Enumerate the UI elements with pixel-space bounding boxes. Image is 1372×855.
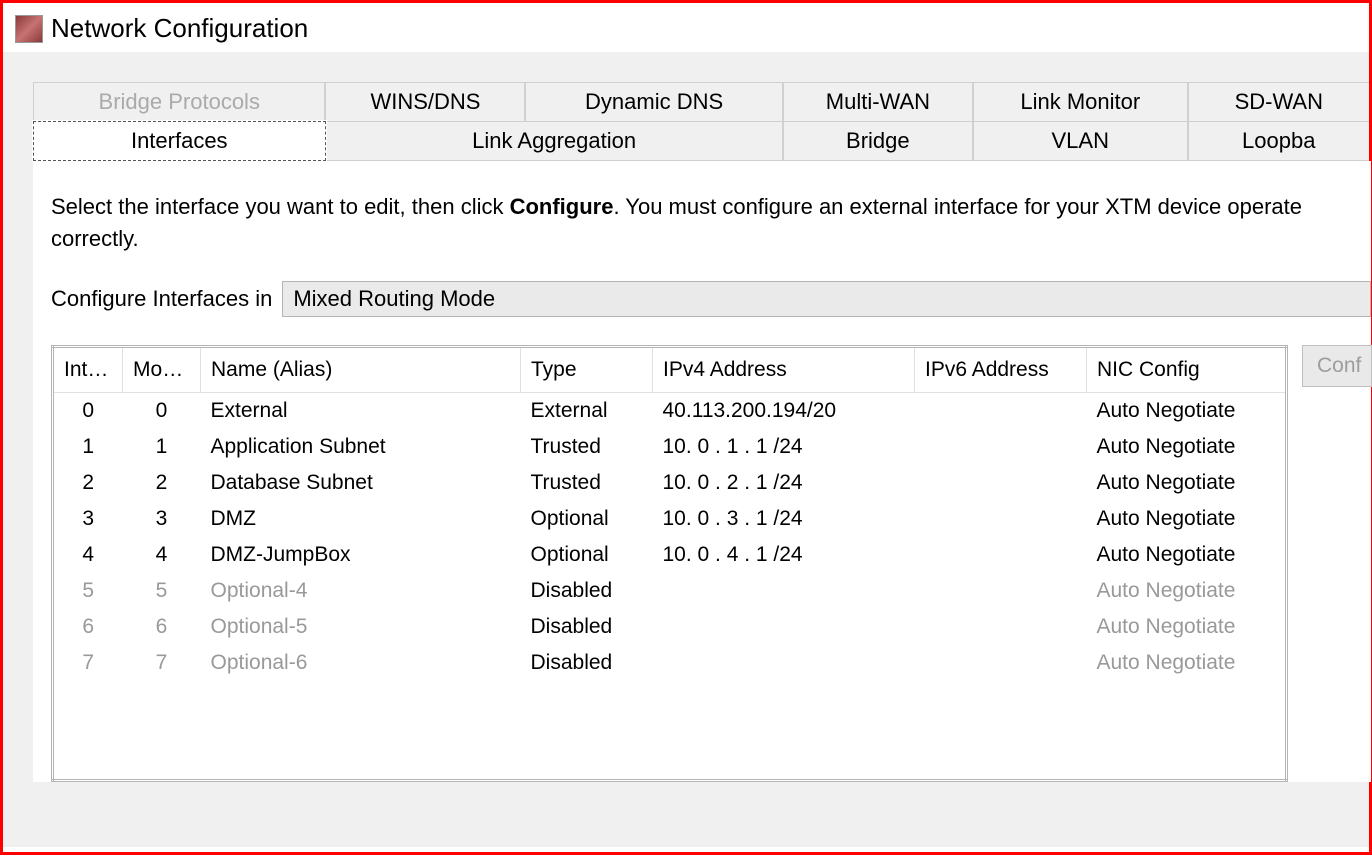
table-cell: 0 — [53, 392, 123, 429]
client-area: Bridge Protocols WINS/DNS Dynamic DNS Mu… — [3, 52, 1369, 847]
table-row[interactable]: 22Database SubnetTrusted10. 0 . 2 . 1 /2… — [53, 465, 1287, 501]
table-header-row: Inter... Mod... Name (Alias) Type IPv4 A… — [53, 346, 1287, 392]
table-cell: Disabled — [521, 573, 653, 609]
table-cell: 10. 0 . 1 . 1 /24 — [653, 429, 915, 465]
routing-mode-value: Mixed Routing Mode — [293, 286, 495, 312]
table-cell: 10. 0 . 2 . 1 /24 — [653, 465, 915, 501]
table-cell: Optional-6 — [201, 645, 521, 681]
instruction-bold: Configure — [510, 194, 614, 219]
table-cell: 7 — [53, 645, 123, 681]
tab-link-aggregation[interactable]: Link Aggregation — [326, 121, 783, 161]
tab-bridge[interactable]: Bridge — [783, 121, 973, 161]
table-cell — [915, 465, 1087, 501]
table-row[interactable]: 66Optional-5DisabledAuto Negotiate — [53, 609, 1287, 645]
tab-dynamic-dns[interactable]: Dynamic DNS — [525, 82, 782, 122]
instruction-pre: Select the interface you want to edit, t… — [51, 194, 510, 219]
table-row[interactable]: 11Application SubnetTrusted10. 0 . 1 . 1… — [53, 429, 1287, 465]
table-row[interactable]: 55Optional-4DisabledAuto Negotiate — [53, 573, 1287, 609]
interfaces-panel: Select the interface you want to edit, t… — [33, 161, 1371, 782]
table-cell: 2 — [53, 465, 123, 501]
window-frame: Network Configuration Bridge Protocols W… — [0, 0, 1372, 855]
table-cell — [653, 573, 915, 609]
table-cell: 2 — [123, 465, 201, 501]
table-cell: 4 — [123, 537, 201, 573]
col-header-inter[interactable]: Inter... — [53, 346, 123, 392]
app-icon — [15, 15, 43, 43]
table-cell: 1 — [53, 429, 123, 465]
table-cell: Auto Negotiate — [1087, 465, 1287, 501]
col-header-nic[interactable]: NIC Config — [1087, 346, 1287, 392]
table-cell — [915, 573, 1087, 609]
tab-strip: Bridge Protocols WINS/DNS Dynamic DNS Mu… — [33, 82, 1369, 161]
table-cell — [915, 501, 1087, 537]
configure-button[interactable]: Conf — [1302, 345, 1372, 387]
table-cell — [653, 645, 915, 681]
tab-multi-wan[interactable]: Multi-WAN — [783, 82, 973, 122]
table-cell: Auto Negotiate — [1087, 501, 1287, 537]
table-row[interactable]: 77Optional-6DisabledAuto Negotiate — [53, 645, 1287, 681]
title-bar: Network Configuration — [3, 3, 1369, 52]
table-cell: 5 — [123, 573, 201, 609]
tab-interfaces[interactable]: Interfaces — [33, 121, 326, 161]
table-cell: Optional — [521, 537, 653, 573]
table-cell — [915, 609, 1087, 645]
table-row[interactable]: 00ExternalExternal40.113.200.194/20Auto … — [53, 392, 1287, 429]
table-cell: Trusted — [521, 465, 653, 501]
tab-sd-wan[interactable]: SD-WAN — [1188, 82, 1369, 122]
table-cell — [915, 429, 1087, 465]
tab-loopback[interactable]: Loopba — [1188, 121, 1369, 161]
window-title: Network Configuration — [51, 13, 308, 44]
table-cell — [915, 537, 1087, 573]
table-cell: Auto Negotiate — [1087, 392, 1287, 429]
table-cell: Disabled — [521, 609, 653, 645]
table-row[interactable]: 33DMZOptional10. 0 . 3 . 1 /24Auto Negot… — [53, 501, 1287, 537]
tab-bridge-protocols[interactable]: Bridge Protocols — [33, 82, 325, 122]
table-cell: 6 — [123, 609, 201, 645]
table-cell: Auto Negotiate — [1087, 537, 1287, 573]
table-cell: Auto Negotiate — [1087, 609, 1287, 645]
table-cell: 5 — [53, 573, 123, 609]
table-cell — [653, 609, 915, 645]
configure-mode-label: Configure Interfaces in — [51, 286, 272, 312]
table-cell — [915, 645, 1087, 681]
tab-link-monitor[interactable]: Link Monitor — [973, 82, 1188, 122]
col-header-name[interactable]: Name (Alias) — [201, 346, 521, 392]
table-cell: 1 — [123, 429, 201, 465]
routing-mode-select[interactable]: Mixed Routing Mode — [282, 281, 1371, 317]
tab-wins-dns[interactable]: WINS/DNS — [325, 82, 525, 122]
col-header-ipv4[interactable]: IPv4 Address — [653, 346, 915, 392]
table-cell: Optional-5 — [201, 609, 521, 645]
col-header-type[interactable]: Type — [521, 346, 653, 392]
table-cell: External — [521, 392, 653, 429]
table-cell: Optional — [521, 501, 653, 537]
table-cell: Disabled — [521, 645, 653, 681]
instruction-text: Select the interface you want to edit, t… — [51, 191, 1371, 255]
table-cell: DMZ — [201, 501, 521, 537]
table-cell: Optional-4 — [201, 573, 521, 609]
table-cell: 10. 0 . 3 . 1 /24 — [653, 501, 915, 537]
table-cell: Auto Negotiate — [1087, 429, 1287, 465]
table-row[interactable]: 44DMZ-JumpBoxOptional10. 0 . 4 . 1 /24Au… — [53, 537, 1287, 573]
table-cell: Database Subnet — [201, 465, 521, 501]
table-cell: Trusted — [521, 429, 653, 465]
table-cell: 7 — [123, 645, 201, 681]
table-cell: 40.113.200.194/20 — [653, 392, 915, 429]
col-header-ipv6[interactable]: IPv6 Address — [915, 346, 1087, 392]
tab-vlan[interactable]: VLAN — [973, 121, 1188, 161]
table-cell: DMZ-JumpBox — [201, 537, 521, 573]
table-cell: 6 — [53, 609, 123, 645]
table-cell: 3 — [123, 501, 201, 537]
table-cell: External — [201, 392, 521, 429]
table-cell: Auto Negotiate — [1087, 573, 1287, 609]
table-cell: Application Subnet — [201, 429, 521, 465]
col-header-mod[interactable]: Mod... — [123, 346, 201, 392]
table-cell: Auto Negotiate — [1087, 645, 1287, 681]
table-cell: 0 — [123, 392, 201, 429]
table-cell: 4 — [53, 537, 123, 573]
table-cell — [915, 392, 1087, 429]
table-cell: 3 — [53, 501, 123, 537]
interfaces-table[interactable]: Inter... Mod... Name (Alias) Type IPv4 A… — [51, 345, 1288, 783]
table-cell: 10. 0 . 4 . 1 /24 — [653, 537, 915, 573]
